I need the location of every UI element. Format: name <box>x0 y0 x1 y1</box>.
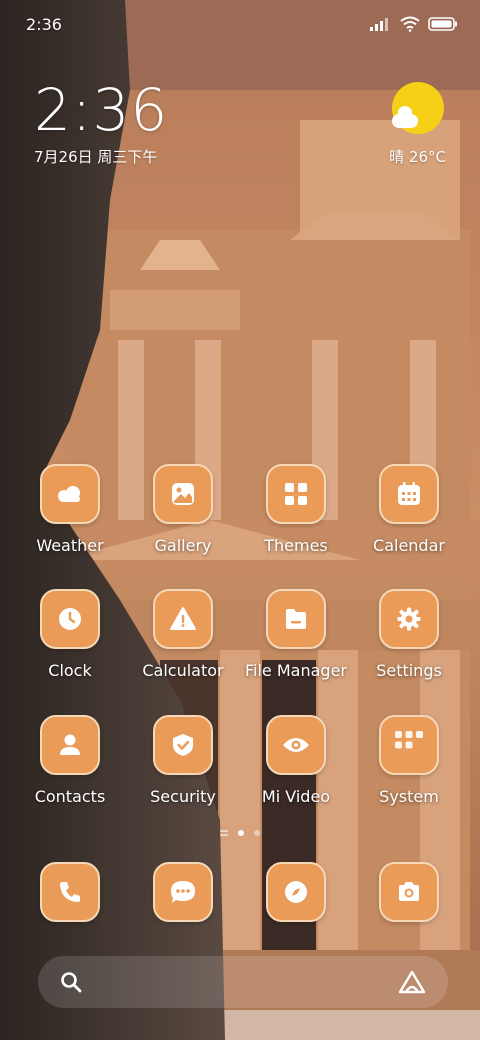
settings-icon <box>379 589 439 649</box>
search-bar[interactable] <box>38 956 448 1008</box>
app-system-folder[interactable]: System <box>349 715 469 806</box>
dock-phone[interactable] <box>10 862 130 922</box>
status-time: 2:36 <box>26 14 62 34</box>
search-icon <box>61 972 82 993</box>
battery-icon <box>428 17 457 31</box>
clock-icon <box>40 589 100 649</box>
app-label: Contacts <box>34 787 106 806</box>
wifi-icon <box>400 16 420 32</box>
app-clock[interactable]: Clock <box>10 589 130 680</box>
app-label: Gallery <box>154 536 212 555</box>
folder-icon <box>379 715 439 775</box>
calculator-icon <box>153 589 213 649</box>
messages-icon <box>153 862 213 922</box>
dock-camera[interactable] <box>349 862 469 922</box>
app-mi-video[interactable]: Mi Video <box>236 715 356 806</box>
app-themes[interactable]: Themes <box>236 464 356 555</box>
phone-icon <box>40 862 100 922</box>
page-dot-overview <box>220 830 228 836</box>
dock <box>0 862 480 926</box>
weather-text: 晴 26°C <box>389 148 446 166</box>
app-label: Security <box>150 787 216 806</box>
contacts-icon <box>40 715 100 775</box>
assistant-icon[interactable] <box>398 970 426 994</box>
signal-icon <box>370 18 388 31</box>
app-contacts[interactable]: Contacts <box>10 715 130 806</box>
app-label: File Manager <box>245 661 347 680</box>
app-calendar[interactable]: Calendar <box>349 464 469 555</box>
app-weather[interactable]: Weather <box>10 464 130 555</box>
dock-browser[interactable] <box>236 862 356 922</box>
themes-icon <box>266 464 326 524</box>
app-label: System <box>379 787 439 806</box>
app-calculator[interactable]: Calculator <box>123 589 243 680</box>
video-icon <box>266 715 326 775</box>
app-label: Clock <box>48 661 92 680</box>
page-dot <box>254 830 260 836</box>
clock-date: 7月26日 周三下午 <box>34 148 158 166</box>
app-file-manager[interactable]: File Manager <box>236 589 356 680</box>
status-bar: 2:36 <box>0 0 480 48</box>
calendar-icon <box>379 464 439 524</box>
security-icon <box>153 715 213 775</box>
page-indicator[interactable] <box>0 830 480 836</box>
app-label: Mi Video <box>261 787 331 806</box>
gallery-icon <box>153 464 213 524</box>
page-dot-active <box>238 830 244 836</box>
app-label: Settings <box>376 661 442 680</box>
app-gallery[interactable]: Gallery <box>123 464 243 555</box>
app-label: Weather <box>36 536 104 555</box>
app-settings[interactable]: Settings <box>349 589 469 680</box>
weather-icon <box>40 464 100 524</box>
camera-icon <box>379 862 439 922</box>
app-security[interactable]: Security <box>123 715 243 806</box>
clock-widget[interactable]: 2:36 7月26日 周三下午 <box>34 78 168 167</box>
app-label: Themes <box>264 536 328 555</box>
app-label: Calculator <box>142 661 224 680</box>
dock-messages[interactable] <box>123 862 243 922</box>
cloud-icon <box>392 106 418 128</box>
browser-icon <box>266 862 326 922</box>
file-manager-icon <box>266 589 326 649</box>
clock-time: 2:36 <box>34 76 169 144</box>
app-label: Calendar <box>373 536 445 555</box>
weather-widget[interactable]: 晴 26°C <box>389 82 446 166</box>
